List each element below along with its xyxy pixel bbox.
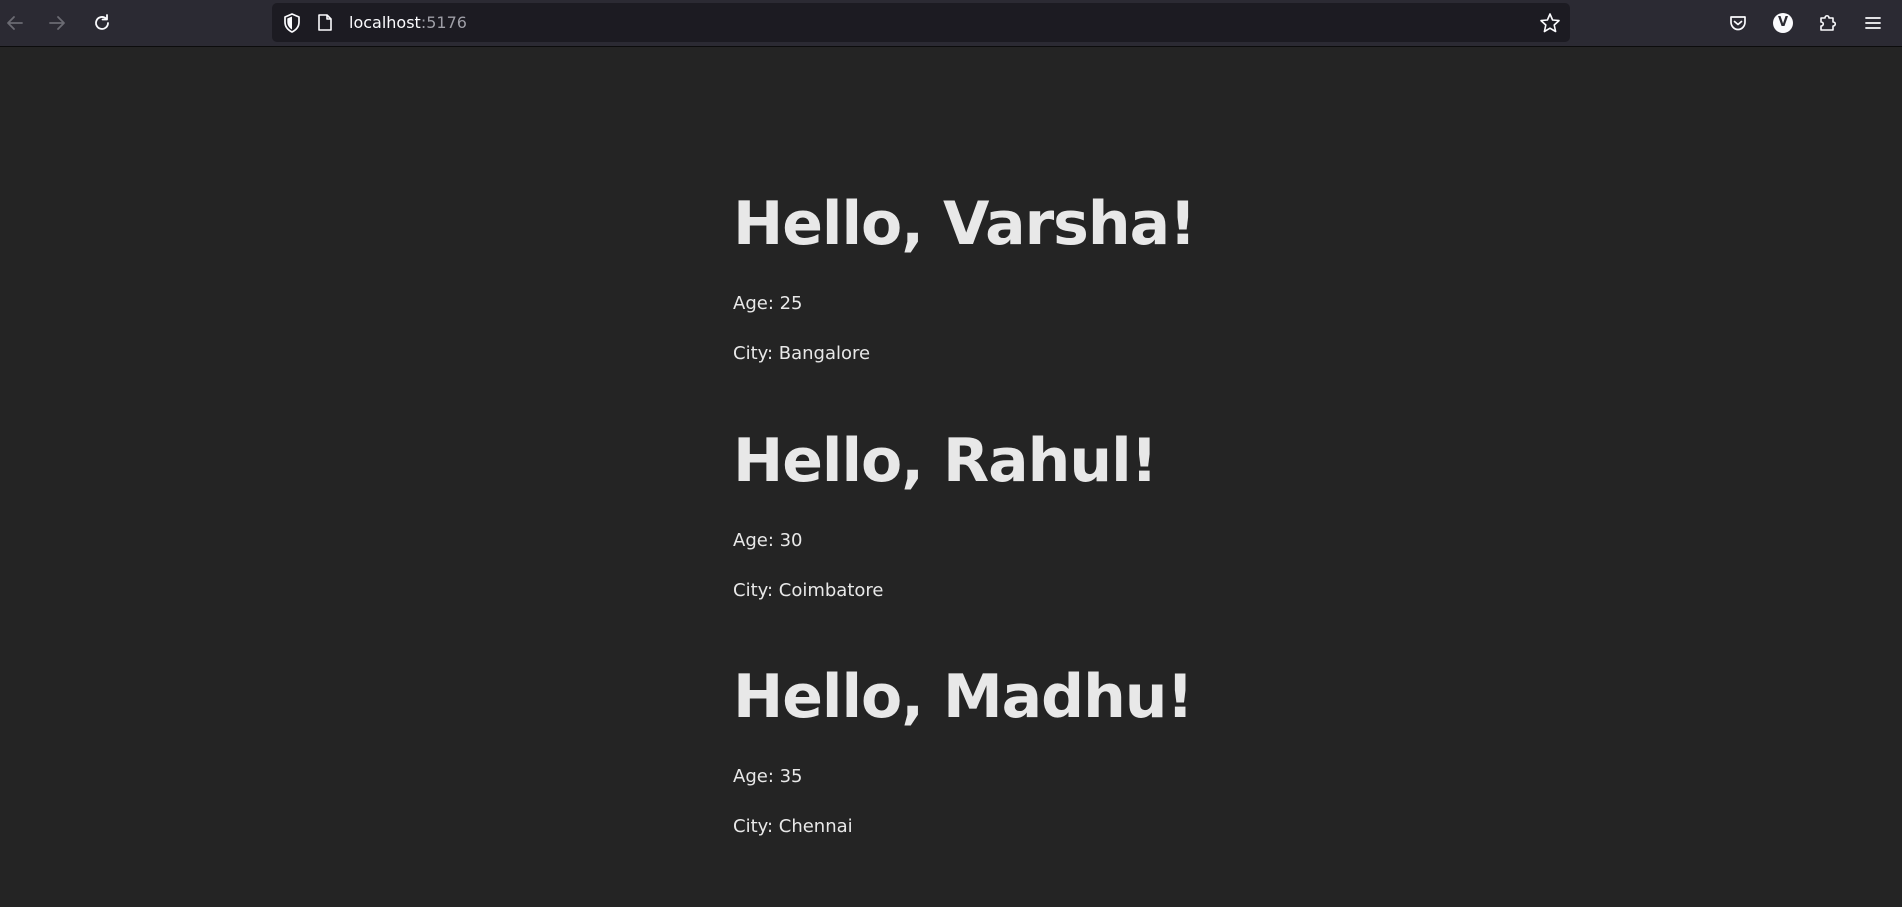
- person-card: Hello, Varsha! Age: 25 City: Bangalore: [733, 186, 1196, 364]
- greeting-heading: Hello, Madhu!: [733, 662, 1194, 732]
- reload-icon: [95, 14, 109, 30]
- extensions-button[interactable]: [1814, 9, 1842, 37]
- back-button[interactable]: [0, 8, 30, 38]
- page-icon[interactable]: [317, 13, 333, 32]
- url-host: localhost: [349, 13, 421, 32]
- greeting-heading: Hello, Rahul!: [733, 426, 1158, 496]
- url-text[interactable]: localhost:5176: [349, 3, 467, 42]
- star-icon[interactable]: [1539, 12, 1561, 34]
- city-text: City: Bangalore: [733, 343, 871, 364]
- shield-icon[interactable]: [282, 12, 302, 34]
- forward-arrow-icon: [49, 16, 65, 30]
- url-port: :5176: [420, 13, 467, 32]
- back-arrow-icon: [7, 16, 23, 30]
- city-text: City: Coimbatore: [733, 580, 884, 601]
- browser-toolbar: localhost:5176 V: [0, 0, 1902, 47]
- age-text: Age: 35: [733, 766, 803, 787]
- account-button[interactable]: V: [1769, 9, 1797, 37]
- city-text: City: Chennai: [733, 816, 853, 837]
- pocket-button[interactable]: [1724, 9, 1752, 37]
- avatar: V: [1773, 13, 1793, 33]
- age-text: Age: 30: [733, 530, 803, 551]
- reload-button[interactable]: [87, 8, 117, 38]
- person-card: Hello, Madhu! Age: 35 City: Chennai: [733, 659, 1194, 837]
- hamburger-menu-icon: [1865, 17, 1881, 29]
- puzzle-icon: [1820, 14, 1837, 31]
- address-bar[interactable]: localhost:5176: [272, 3, 1570, 42]
- age-text: Age: 25: [733, 293, 803, 314]
- forward-button[interactable]: [42, 8, 72, 38]
- greeting-heading: Hello, Varsha!: [733, 189, 1196, 259]
- menu-button[interactable]: [1859, 9, 1887, 37]
- person-card: Hello, Rahul! Age: 30 City: Coimbatore: [733, 423, 1158, 601]
- pocket-icon: [1730, 16, 1746, 31]
